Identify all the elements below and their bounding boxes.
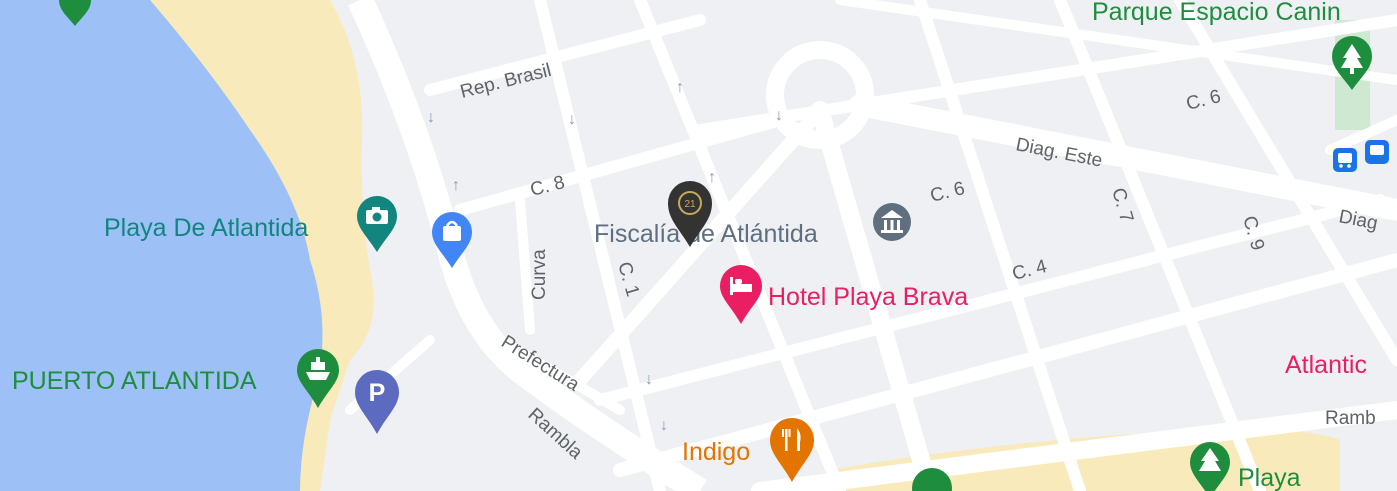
svg-text:↑: ↑ [676, 79, 684, 96]
place-label-fiscalia: Fiscalía de Atlántida [594, 220, 818, 248]
place-label-indigo: Indigo [682, 438, 750, 466]
place-label-playa: Playa [1238, 464, 1301, 491]
parking-letter: P [369, 379, 386, 407]
street-label-rambla-right: Ramb [1325, 408, 1376, 429]
bus-icon[interactable] [1333, 148, 1357, 172]
svg-text:↓: ↓ [427, 109, 435, 126]
place-label-playa-atlantida: Playa De Atlantida [104, 214, 308, 242]
map-canvas[interactable]: ↓ ↑ ↓ ↑ ↓ ↑ ↓ ↓ Rep. Brasil C. 6 Diag. E… [0, 0, 1397, 491]
svg-text:↓: ↓ [568, 111, 576, 128]
listing-badge-text: 21 [684, 199, 696, 210]
museum-icon [873, 203, 911, 241]
svg-text:↓: ↓ [775, 107, 783, 124]
place-label-parque: Parque Espacio Canin [1092, 0, 1341, 26]
place-label-puerto: PUERTO ATLANTIDA [12, 367, 257, 395]
place-label-atlantic: Atlantic [1285, 351, 1367, 379]
svg-text:↓: ↓ [645, 371, 653, 388]
svg-text:↑: ↑ [452, 177, 460, 194]
street-label-curva: Curva [529, 249, 550, 300]
svg-text:↑: ↑ [708, 169, 716, 186]
svg-text:↓: ↓ [660, 417, 668, 434]
place-label-hotel: Hotel Playa Brava [768, 283, 968, 311]
bus-icon[interactable] [1365, 140, 1389, 164]
